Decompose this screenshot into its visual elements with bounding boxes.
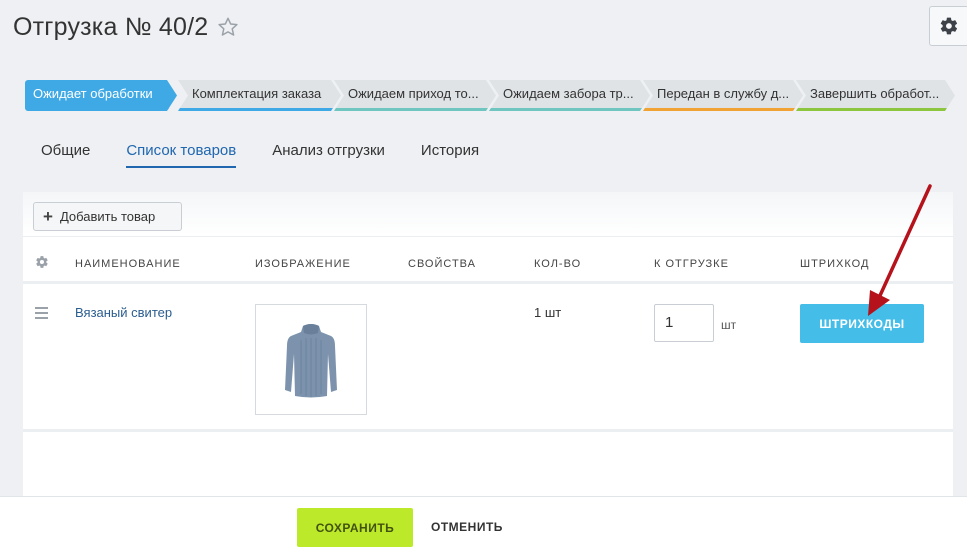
column-header-qty: Кол-во [534, 258, 582, 270]
column-header-properties: Свойства [408, 258, 476, 270]
tabs: Общие Список товаров Анализ отгрузки Ист… [41, 142, 515, 168]
drag-handle-icon[interactable] [35, 307, 48, 322]
add-product-button[interactable]: + Добавить товар [33, 202, 182, 231]
column-header-name: Наименование [75, 258, 181, 270]
products-card: + Добавить товар Наименование Изображени… [23, 192, 953, 497]
gear-icon [940, 17, 958, 35]
footer: СОХРАНИТЬ ОТМЕНИТЬ [0, 496, 967, 555]
cancel-button[interactable]: ОТМЕНИТЬ [431, 520, 503, 534]
stage-awaiting-processing[interactable]: Ожидает обработки [25, 80, 177, 111]
stage-awaiting-goods[interactable]: Ожидаем приход то... [334, 80, 496, 111]
add-product-label: Добавить товар [59, 209, 156, 224]
product-image[interactable] [255, 304, 367, 415]
table-header: Наименование Изображение Свойства Кол-во… [23, 238, 953, 284]
stage-handed-to-delivery[interactable]: Передан в службу д... [643, 80, 803, 111]
product-name-link[interactable]: Вязаный свитер [75, 305, 172, 320]
table-row: Вязаный свитер 1 шт 1 шт ШТРИХКОДЫ [23, 287, 953, 432]
annotation-arrow-icon [868, 184, 932, 316]
stage-label: Ожидаем забора тр... [503, 86, 634, 101]
to-ship-input[interactable]: 1 [654, 304, 714, 342]
plus-icon: + [43, 207, 53, 226]
favorite-star-icon[interactable] [217, 16, 239, 38]
column-header-to-ship: К отгрузке [654, 258, 729, 270]
tab-general[interactable]: Общие [41, 142, 90, 168]
stage-label: Ожидает обработки [33, 86, 153, 101]
settings-button[interactable] [929, 6, 967, 46]
stage-awaiting-pickup[interactable]: Ожидаем забора тр... [489, 80, 650, 111]
save-button[interactable]: СОХРАНИТЬ [297, 508, 413, 547]
products-toolbar: + Добавить товар [23, 192, 953, 237]
pipeline-stages: Ожидает обработки Комплектация заказа Ож… [25, 80, 955, 111]
column-settings-icon[interactable] [35, 255, 49, 274]
tab-history[interactable]: История [421, 142, 479, 168]
quantity-value: 1 шт [534, 305, 562, 320]
stage-label: Завершить обработ... [810, 86, 940, 101]
to-ship-unit: шт [721, 318, 737, 332]
stage-label: Комплектация заказа [192, 86, 322, 101]
sweater-image [285, 323, 337, 397]
page-title: Отгрузка № 40/2 [13, 12, 209, 41]
stage-label: Ожидаем приход то... [348, 86, 479, 101]
tab-shipment-analysis[interactable]: Анализ отгрузки [272, 142, 385, 168]
stage-label: Передан в службу д... [657, 86, 790, 101]
tab-product-list[interactable]: Список товаров [126, 142, 237, 168]
stage-finish-processing[interactable]: Завершить обработ... [796, 80, 955, 111]
stage-order-picking[interactable]: Комплектация заказа [178, 80, 341, 111]
title-row: Отгрузка № 40/2 [13, 10, 239, 44]
column-header-image: Изображение [255, 258, 351, 270]
